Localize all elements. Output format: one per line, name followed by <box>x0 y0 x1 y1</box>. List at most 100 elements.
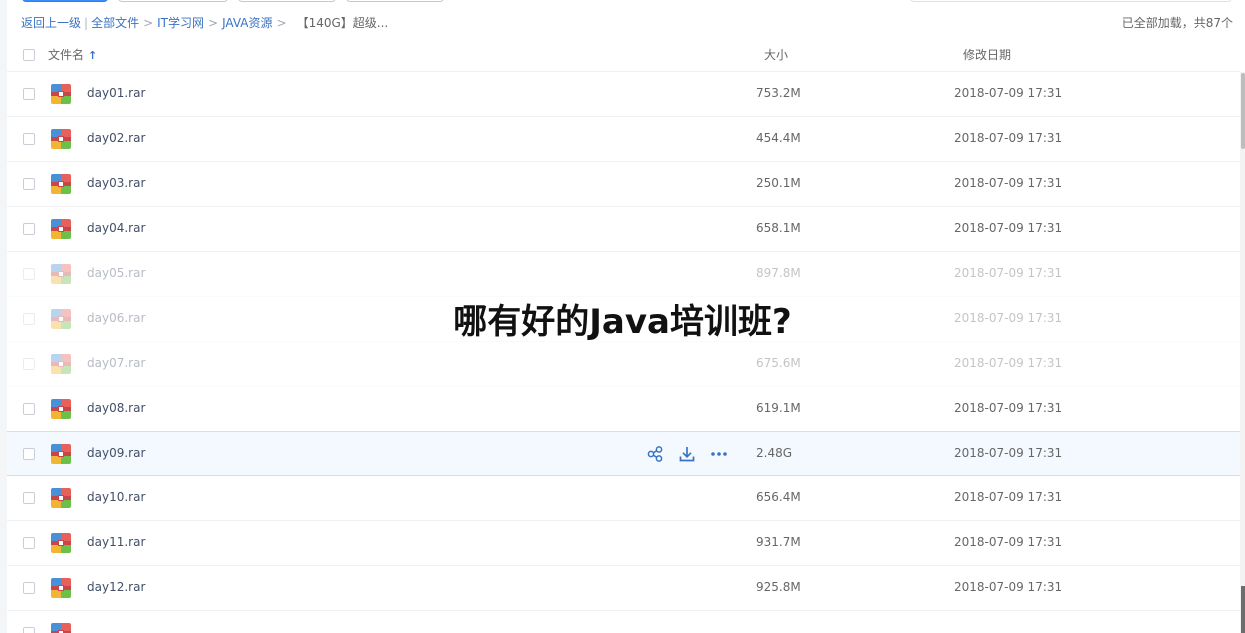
rar-file-icon <box>51 264 71 284</box>
file-row[interactable]: day05.rar 897.8M 2018-07-09 17:31 <box>7 252 1240 297</box>
breadcrumb: 返回上一级 | 全部文件 > IT学习网 > JAVA资源 > 【140G】超级... <box>21 14 388 32</box>
breadcrumb-back-link[interactable]: 返回上一级 <box>21 16 81 30</box>
file-date: 2018-07-09 17:31 <box>954 221 1063 235</box>
rar-file-icon <box>51 354 71 374</box>
row-checkbox[interactable] <box>23 178 35 190</box>
file-name[interactable]: day04.rar <box>87 221 145 235</box>
file-name[interactable]: day03.rar <box>87 176 145 190</box>
file-size: 931.7M <box>756 535 801 549</box>
rar-file-icon <box>51 309 71 329</box>
file-date: 2018-07-09 17:31 <box>954 446 1063 460</box>
row-checkbox[interactable] <box>23 358 35 370</box>
row-checkbox[interactable] <box>23 268 35 280</box>
scrollbar-thumb[interactable] <box>1241 73 1245 149</box>
file-name[interactable]: day05.rar <box>87 266 145 280</box>
file-date: 2018-07-09 17:31 <box>954 356 1063 370</box>
file-row[interactable]: day02.rar 454.4M 2018-07-09 17:31 <box>7 117 1240 162</box>
file-date: 2018-07-09 17:31 <box>954 401 1063 415</box>
file-name[interactable]: day07.rar <box>87 356 145 370</box>
rar-file-icon <box>51 129 71 149</box>
file-size: 250.1M <box>756 176 801 190</box>
row-checkbox[interactable] <box>23 403 35 415</box>
file-date: 2018-07-09 17:31 <box>954 535 1063 549</box>
file-name[interactable]: day08.rar <box>87 401 145 415</box>
list-header: 文件名 ↑ 大小 修改日期 <box>7 38 1240 72</box>
toolbar-button-3[interactable] <box>346 0 444 2</box>
row-checkbox[interactable] <box>23 448 35 460</box>
file-name[interactable]: day11.rar <box>87 535 145 549</box>
upload-button[interactable] <box>22 0 108 2</box>
toolbar-button-2[interactable] <box>238 0 336 2</box>
rar-file-icon <box>51 533 71 553</box>
file-date: 2018-07-09 17:31 <box>954 266 1063 280</box>
search-input[interactable] <box>910 0 1232 2</box>
file-row[interactable]: day12.rar 925.8M 2018-07-09 17:31 <box>7 566 1240 611</box>
rar-file-icon <box>51 623 71 633</box>
breadcrumb-separator: > <box>143 16 154 30</box>
sort-asc-icon: ↑ <box>88 49 98 62</box>
file-size: 656.4M <box>756 490 801 504</box>
breadcrumb-divider: | <box>84 16 89 30</box>
file-name[interactable]: day12.rar <box>87 580 145 594</box>
toolbar-button-1[interactable] <box>118 0 228 2</box>
file-date: 2018-07-09 17:31 <box>954 176 1063 190</box>
file-row[interactable]: day04.rar 658.1M 2018-07-09 17:31 <box>7 207 1240 252</box>
file-name[interactable]: day09.rar <box>87 446 145 460</box>
breadcrumb-all-files[interactable]: 全部文件 <box>91 16 139 30</box>
file-browser-page: 返回上一级 | 全部文件 > IT学习网 > JAVA资源 > 【140G】超级... 已全部加… <box>0 0 1245 633</box>
file-name[interactable]: day06.rar <box>87 311 145 325</box>
rar-file-icon <box>51 84 71 104</box>
rar-file-icon <box>51 399 71 419</box>
row-checkbox[interactable] <box>23 537 35 549</box>
row-checkbox[interactable] <box>23 492 35 504</box>
file-date: 2018-07-09 17:31 <box>954 311 1063 325</box>
file-name[interactable]: day02.rar <box>87 131 145 145</box>
rar-file-icon <box>51 219 71 239</box>
column-header-size[interactable]: 大小 <box>764 46 788 63</box>
file-date: 2018-07-09 17:31 <box>954 580 1063 594</box>
scrollbar-thumb-secondary[interactable] <box>1241 586 1245 633</box>
file-date: 2018-07-09 17:31 <box>954 131 1063 145</box>
file-size: 619.1M <box>756 401 801 415</box>
row-checkbox[interactable] <box>23 133 35 145</box>
file-row[interactable]: day06.rar 2018-07-09 17:31 <box>7 297 1240 342</box>
row-checkbox[interactable] <box>23 582 35 594</box>
rar-file-icon <box>51 444 71 464</box>
breadcrumb-item-it[interactable]: IT学习网 <box>157 16 204 30</box>
row-checkbox[interactable] <box>23 313 35 325</box>
file-name[interactable]: day10.rar <box>87 490 145 504</box>
file-row[interactable]: day08.rar 619.1M 2018-07-09 17:31 <box>7 387 1240 432</box>
rar-file-icon <box>51 578 71 598</box>
file-size: 925.8M <box>756 580 801 594</box>
share-icon[interactable] <box>645 444 665 464</box>
file-date: 2018-07-09 17:31 <box>954 86 1063 100</box>
file-row[interactable]: day07.rar 675.6M 2018-07-09 17:31 <box>7 342 1240 387</box>
file-size: 675.6M <box>756 356 801 370</box>
file-date: 2018-07-09 17:31 <box>954 490 1063 504</box>
scrollbar-track[interactable] <box>1240 72 1245 633</box>
select-all-checkbox[interactable] <box>23 49 35 61</box>
breadcrumb-separator: > <box>276 16 287 30</box>
rar-file-icon <box>51 488 71 508</box>
load-status: 已全部加载，共87个 <box>1121 16 1233 30</box>
file-row-partial[interactable] <box>7 611 1240 633</box>
column-header-name[interactable]: 文件名 ↑ <box>48 46 97 63</box>
column-header-date[interactable]: 修改日期 <box>963 46 1011 63</box>
file-row[interactable]: day03.rar 250.1M 2018-07-09 17:31 <box>7 162 1240 207</box>
row-checkbox[interactable] <box>23 627 35 633</box>
more-icon[interactable] <box>709 444 729 464</box>
row-checkbox[interactable] <box>23 88 35 100</box>
breadcrumb-item-java[interactable]: JAVA资源 <box>222 16 272 30</box>
row-checkbox[interactable] <box>23 223 35 235</box>
file-row[interactable]: day09.rar 2.48G 2018-07-09 17:31 <box>7 431 1240 476</box>
download-icon[interactable] <box>677 444 697 464</box>
breadcrumb-separator: > <box>208 16 219 30</box>
file-list: day01.rar 753.2M 2018-07-09 17:31 day02.rar… <box>7 72 1240 633</box>
file-name[interactable]: day01.rar <box>87 86 145 100</box>
file-size: 897.8M <box>756 266 801 280</box>
file-size: 454.4M <box>756 131 801 145</box>
breadcrumb-current: 【140G】超级... <box>296 16 389 30</box>
file-row[interactable]: day10.rar 656.4M 2018-07-09 17:31 <box>7 476 1240 521</box>
file-row[interactable]: day11.rar 931.7M 2018-07-09 17:31 <box>7 521 1240 566</box>
file-row[interactable]: day01.rar 753.2M 2018-07-09 17:31 <box>7 72 1240 117</box>
